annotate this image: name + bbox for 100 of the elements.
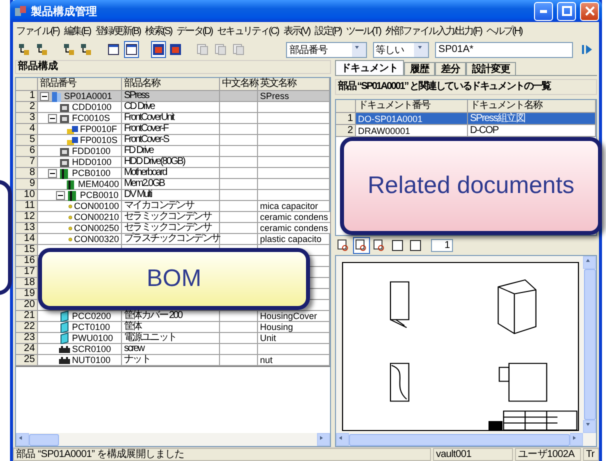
table-cell: SCR0100 bbox=[72, 344, 112, 354]
table-cell: PCB0010 bbox=[80, 190, 119, 200]
table-row[interactable]: 4 FP0010F FrontCover-F bbox=[16, 124, 330, 135]
collapse-icon[interactable] bbox=[48, 114, 57, 122]
field-dropdown[interactable]: 部品番号 bbox=[286, 42, 367, 58]
toolbar-button[interactable] bbox=[150, 41, 166, 58]
scroll-right-button[interactable] bbox=[570, 433, 583, 446]
row-number: 21 bbox=[16, 311, 38, 322]
table-cell: CON00210 bbox=[74, 212, 119, 222]
page-icon bbox=[391, 239, 404, 252]
table-row[interactable]: 1 DO-SP01A0001 SPress組立図 bbox=[336, 113, 596, 125]
tab[interactable]: ドキュメント bbox=[335, 60, 404, 75]
table-cell: CON00250 bbox=[74, 223, 119, 233]
table-row[interactable]: 8 PCB0100 Motherboard bbox=[16, 168, 330, 179]
row-number: 3 bbox=[16, 113, 38, 124]
row-number: 25 bbox=[16, 355, 38, 366]
search-field[interactable]: SP01A* bbox=[435, 42, 574, 58]
zoom-icon bbox=[337, 239, 350, 252]
table-row[interactable]: 5 FP0010S FrontCover-S bbox=[16, 135, 330, 146]
collapse-icon[interactable] bbox=[48, 168, 57, 178]
maximize-button[interactable] bbox=[557, 2, 576, 20]
row-number: 13 bbox=[16, 223, 38, 234]
tab[interactable]: 差分 bbox=[435, 62, 466, 75]
operator-dropdown[interactable]: 等しい bbox=[372, 42, 430, 58]
table-row[interactable]: 1 SP01A0001 SPress SPress bbox=[16, 91, 330, 102]
row-number: 1 bbox=[336, 113, 356, 125]
status-text: ユーザ1002A bbox=[515, 448, 581, 461]
table-row[interactable]: 12 CON00210 セラミックコンデンサ ceramic condens bbox=[16, 212, 330, 223]
minimize-button[interactable] bbox=[534, 2, 553, 20]
table-cell: PCB0100 bbox=[72, 168, 111, 178]
scrollbar-thumb[interactable] bbox=[29, 434, 59, 446]
page-button[interactable] bbox=[407, 237, 424, 254]
row-number: 23 bbox=[16, 333, 38, 344]
hierarchy-icon bbox=[80, 43, 94, 56]
row-number: 17 bbox=[16, 267, 38, 278]
window-title: 製品構成管理 bbox=[31, 4, 98, 18]
table-cell: CDD0100 bbox=[72, 102, 112, 112]
scroll-left-button[interactable] bbox=[16, 433, 29, 446]
maximize-icon bbox=[562, 6, 572, 16]
row-number: 10 bbox=[16, 190, 38, 201]
collapse-icon[interactable] bbox=[40, 92, 49, 100]
table-row[interactable]: 13 CON00250 セラミックコンデンサ ceramic condens bbox=[16, 223, 330, 234]
scrollbar-thumb[interactable] bbox=[349, 434, 570, 446]
collapse-icon[interactable] bbox=[56, 190, 65, 200]
menu-item[interactable]: 外部ファイル入力/出力(F) bbox=[385, 24, 482, 38]
table-cell: SP01A0001 bbox=[64, 91, 112, 101]
menu-item[interactable]: データ(D) bbox=[176, 24, 212, 38]
scroll-left-button[interactable] bbox=[336, 433, 349, 446]
table-row[interactable]: 2 CDD0100 CD Drive bbox=[16, 102, 330, 113]
table-row[interactable]: 11 CON00100 マイカコンデンサ mica capacitor bbox=[16, 201, 330, 212]
table-row[interactable]: 24 SCR0100 screw bbox=[16, 344, 330, 355]
menu-item[interactable]: ツール(T) bbox=[346, 24, 380, 38]
toolbar-button[interactable] bbox=[124, 41, 140, 58]
row-number: 24 bbox=[16, 344, 38, 355]
row-number: 15 bbox=[16, 245, 38, 256]
table-row[interactable]: 9 MEM0400 Mem2.0GB bbox=[16, 179, 330, 190]
scrollbar-thumb[interactable] bbox=[584, 269, 596, 420]
table-row[interactable]: 7 HDD0100 HDD Drive(80GB) bbox=[16, 157, 330, 168]
table-cell: ナット bbox=[122, 355, 220, 366]
tab[interactable]: 履歴 bbox=[404, 62, 435, 75]
page-button[interactable] bbox=[389, 237, 406, 254]
scroll-down-button[interactable] bbox=[583, 420, 596, 433]
row-number: 4 bbox=[16, 124, 38, 135]
toolbar-button[interactable] bbox=[168, 41, 184, 58]
menu-item[interactable]: ヘルプ(H) bbox=[486, 24, 522, 38]
menu-item[interactable]: 編集(E) bbox=[64, 24, 90, 38]
hierarchy-icon bbox=[18, 43, 32, 56]
hierarchy-icon bbox=[62, 43, 76, 56]
menu-item[interactable]: 設定(P) bbox=[314, 24, 342, 38]
table-row[interactable]: 23 PWU0100 電源ユニット Unit bbox=[16, 333, 330, 344]
menu-item[interactable]: ファイル(F) bbox=[16, 24, 59, 38]
toolbar-button[interactable] bbox=[106, 41, 122, 58]
menu-item[interactable]: 登録/更新(B) bbox=[95, 24, 140, 38]
table-row[interactable]: 6 FDD0100 FD Drive bbox=[16, 146, 330, 157]
scroll-up-button[interactable] bbox=[583, 256, 596, 269]
table-cell: nut bbox=[258, 355, 330, 366]
row-number: 12 bbox=[16, 212, 38, 223]
table-cell: FP0010S bbox=[80, 135, 118, 145]
menu-item[interactable]: セキュリティ(C) bbox=[217, 24, 278, 38]
menu-item[interactable]: 検索(S) bbox=[145, 24, 172, 38]
zoom-button[interactable] bbox=[353, 237, 370, 254]
menu-item[interactable]: 表示(V) bbox=[283, 24, 310, 38]
table-cell: PCC0200 bbox=[72, 311, 112, 321]
table-cell: CON00100 bbox=[74, 201, 119, 211]
status-text: vault001 bbox=[433, 448, 513, 461]
page-field[interactable]: 1 bbox=[431, 239, 453, 252]
table-row[interactable]: 3 FC0010S FrontCoverUnit bbox=[16, 113, 330, 124]
table-row[interactable]: 25 NUT0100 ナット nut bbox=[16, 355, 330, 366]
table-row[interactable]: 2 DRAW00001 D-COP bbox=[336, 125, 596, 137]
table-cell: FDD0100 bbox=[72, 146, 111, 156]
table-row[interactable]: 22 PCT0100 筐体 Housing bbox=[16, 322, 330, 333]
chip-icon bbox=[65, 178, 77, 190]
tab[interactable]: 設計変更 bbox=[466, 62, 516, 75]
callout-tooltip: BOM bbox=[38, 248, 310, 310]
table-row[interactable]: 10 PCB0010 DV Multi bbox=[16, 190, 330, 201]
table-row[interactable]: 21 PCC0200 筐体カバー 200 HousingCover bbox=[16, 311, 330, 322]
table-row[interactable]: 14 CON00320 プラスチックコンデンサ plastic capacito bbox=[16, 234, 330, 245]
chip-icon bbox=[66, 188, 79, 202]
scroll-right-button[interactable] bbox=[317, 433, 330, 446]
close-button[interactable] bbox=[580, 2, 599, 20]
